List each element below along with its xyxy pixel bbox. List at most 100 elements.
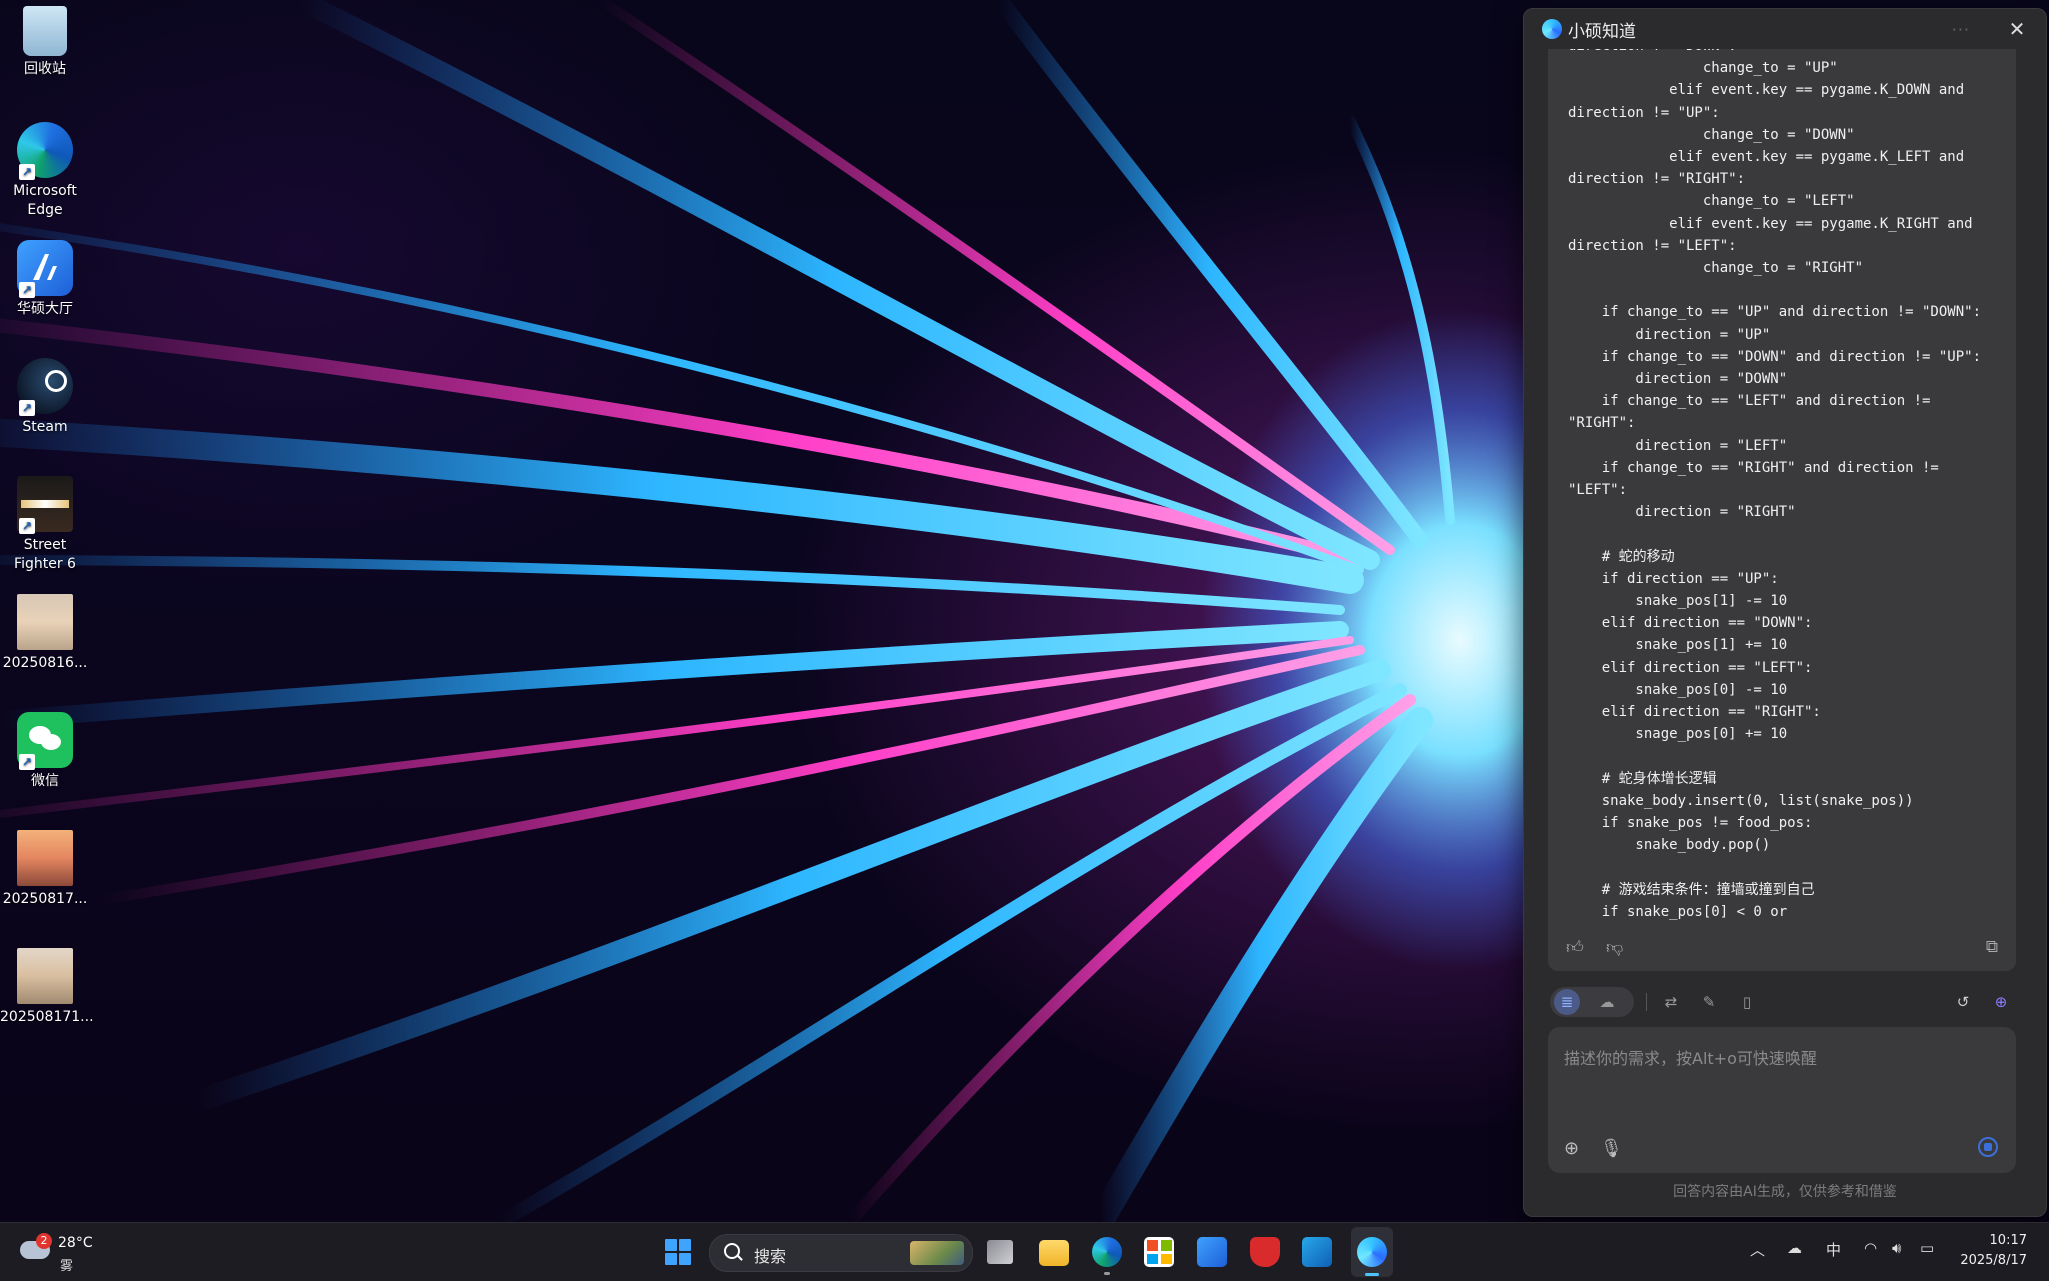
volume-icon[interactable]: 🔊︎: [1892, 1239, 1901, 1257]
code-line: direction = "RIGHT": [1568, 504, 1796, 521]
photo-thumbnail-icon: [17, 948, 73, 1004]
task-view-icon[interactable]: [987, 1240, 1013, 1264]
desktop-icon-label: 20250816...: [2, 655, 88, 671]
code-line: if change_to == "LEFT" and direction !=: [1568, 393, 1931, 410]
microsoft-store-icon[interactable]: [1144, 1237, 1174, 1267]
code-line: elif event.key == pygame.K_DOWN and: [1568, 82, 1965, 99]
history-icon[interactable]: ↺: [1950, 989, 1976, 1015]
code-line: elif event.key == pygame.K_RIGHT and: [1568, 215, 1973, 232]
close-icon[interactable]: ✕: [2006, 17, 2028, 41]
assistant-toolbar: ≣ ☁ ⇄ ✎ ▯ ↺ ⊕: [1548, 987, 2020, 1017]
thumbs-down-icon[interactable]: 👎︎: [1606, 937, 1623, 958]
taskbar-search[interactable]: 搜索: [709, 1234, 973, 1272]
code-line: direction != "DOWN":: [1568, 49, 2008, 57]
new-chat-icon[interactable]: ⊕: [1988, 989, 2014, 1015]
windows-logo-tile: [665, 1239, 677, 1251]
code-line: if snake_pos[0] < 0 or: [1568, 903, 1788, 920]
weather-temperature: 28°C: [58, 1235, 93, 1251]
code-line: # 游戏结束条件：撞墙或撞到自己: [1568, 881, 1815, 898]
steam-gear-glyph: [45, 370, 67, 392]
desktop-icon-label: 回收站: [24, 61, 66, 77]
code-line: if change_to == "UP" and direction != "D…: [1568, 304, 1982, 321]
copy-icon[interactable]: ⧉: [1986, 937, 1998, 957]
weather-condition: 雾: [60, 1259, 74, 1274]
wifi-icon[interactable]: ◠: [1864, 1239, 1877, 1257]
onedrive-offline-icon[interactable]: ☁: [1787, 1239, 1802, 1257]
code-block: direction != "DOWN": change_to = "UP" el…: [1568, 49, 2008, 923]
shortcut-arrow-icon: ↗: [19, 164, 35, 180]
system-clock[interactable]: 10:17 2025/8/17: [1960, 1231, 2027, 1271]
message-actions: 👍︎ 👎︎ ⧉: [1548, 927, 2016, 971]
shortcut-arrow-icon: ↗: [19, 754, 35, 770]
code-line: snage_pos[0] += 10: [1568, 726, 1788, 743]
read-icon[interactable]: ▯: [1734, 989, 1760, 1015]
assistant-message-card: direction != "DOWN": change_to = "UP" el…: [1548, 49, 2016, 971]
desktop-icon-wechat[interactable]: ↗ 微信: [0, 712, 90, 791]
taskbar: 2 28°C 雾 搜索 ︿ ☁ 中 ◠ 🔊︎ ▭ 10:17 2025/8/17: [0, 1222, 2049, 1281]
assistant-panel: 小硕知道 ··· ✕ direction != "DOWN": change_t…: [1523, 8, 2047, 1217]
desktop-icon-photo-08171[interactable]: 202508171...: [0, 948, 94, 1027]
clock-time: 10:17: [1989, 1233, 2027, 1248]
shortcut-arrow-icon: ↗: [19, 518, 35, 534]
desktop-icon-edge[interactable]: ↗ Microsoft Edge: [0, 122, 90, 220]
desktop-icon-street-fighter[interactable]: ↗ Street Fighter 6: [0, 476, 90, 574]
add-attachment-icon[interactable]: ⊕: [1564, 1138, 1579, 1159]
search-icon: [724, 1243, 740, 1259]
code-line: snake_body.insert(0, list(snake_pos)): [1568, 792, 1914, 809]
desktop-icon-asus-hub[interactable]: ↗ 华硕大厅: [0, 240, 90, 319]
mcafee-icon[interactable]: [1250, 1237, 1280, 1267]
microphone-icon[interactable]: 🎙︎: [1600, 1138, 1623, 1159]
notification-badge: 2: [36, 1233, 52, 1249]
code-line: # 蛇的移动: [1568, 548, 1675, 565]
show-hidden-icons-chevron-icon[interactable]: ︿: [1750, 1239, 1765, 1260]
start-button[interactable]: [665, 1239, 691, 1265]
battery-icon[interactable]: ▭: [1920, 1239, 1934, 1257]
file-explorer-icon[interactable]: [1039, 1240, 1069, 1266]
desktop-icon-label: 20250817...: [2, 891, 88, 907]
thumbs-up-icon[interactable]: 👍︎: [1566, 937, 1584, 958]
asus-hub-icon: ↗: [17, 240, 73, 298]
write-icon[interactable]: ✎: [1696, 989, 1722, 1015]
photo-thumbnail-icon: [17, 830, 73, 886]
asus-hub-taskbar-icon[interactable]: [1197, 1237, 1227, 1267]
desktop-icon-recycle-bin[interactable]: 回收站: [0, 6, 90, 79]
steam-icon: ↗: [17, 358, 73, 416]
code-line: change_to = "UP": [1568, 60, 1838, 77]
weather-widget[interactable]: 2 28°C 雾: [20, 1231, 100, 1275]
input-method-indicator[interactable]: 中: [1826, 1239, 1841, 1260]
search-highlight-image: [910, 1241, 964, 1265]
photo-thumbnail-icon: [17, 594, 73, 650]
stop-generation-button[interactable]: [1978, 1137, 1998, 1157]
outlook-icon[interactable]: [1302, 1237, 1332, 1267]
desktop-icon-label: 202508171...: [0, 1009, 94, 1025]
street-fighter-icon: ↗: [17, 476, 73, 534]
assistant-taskbar-icon[interactable]: [1357, 1237, 1387, 1276]
code-line: snake_body.pop(): [1568, 837, 1771, 854]
recycle-bin-icon: [23, 6, 67, 56]
assistant-logo-icon: [1542, 19, 1562, 39]
code-line: elif direction == "RIGHT":: [1568, 704, 1821, 721]
desktop-icon-photo-0816[interactable]: 20250816...: [0, 594, 90, 673]
mode-switch: ≣ ☁: [1550, 987, 1634, 1017]
translate-icon[interactable]: ⇄: [1658, 989, 1684, 1015]
desktop-icon-photo-0817[interactable]: 20250817...: [0, 830, 90, 909]
code-line: snake_pos[1] += 10: [1568, 637, 1788, 654]
prompt-input-box[interactable]: 描述你的需求，按Alt+o可快速唤醒 ⊕ 🎙︎: [1548, 1027, 2016, 1173]
code-line: elif direction == "DOWN":: [1568, 615, 1813, 632]
code-line: if change_to == "RIGHT" and direction !=: [1568, 459, 1939, 476]
desktop-icon-label: 微信: [31, 773, 59, 789]
code-line: direction != "LEFT":: [1568, 237, 1737, 254]
document-mode-icon[interactable]: ≣: [1554, 989, 1580, 1015]
cloud-mode-icon[interactable]: ☁: [1594, 989, 1620, 1015]
more-icon[interactable]: ···: [1952, 20, 1970, 39]
desktop-icon-steam[interactable]: ↗ Steam: [0, 358, 90, 437]
assistant-header: 小硕知道 ··· ✕: [1524, 9, 2046, 49]
wechat-icon: ↗: [17, 712, 73, 770]
edge-taskbar-icon[interactable]: [1092, 1237, 1122, 1275]
code-line: direction = "UP": [1568, 326, 1771, 343]
code-line: if snake_pos != food_pos:: [1568, 815, 1813, 832]
prompt-input-placeholder[interactable]: 描述你的需求，按Alt+o可快速唤醒: [1564, 1045, 1817, 1069]
desktop-icon-label: Microsoft Edge: [13, 183, 77, 218]
